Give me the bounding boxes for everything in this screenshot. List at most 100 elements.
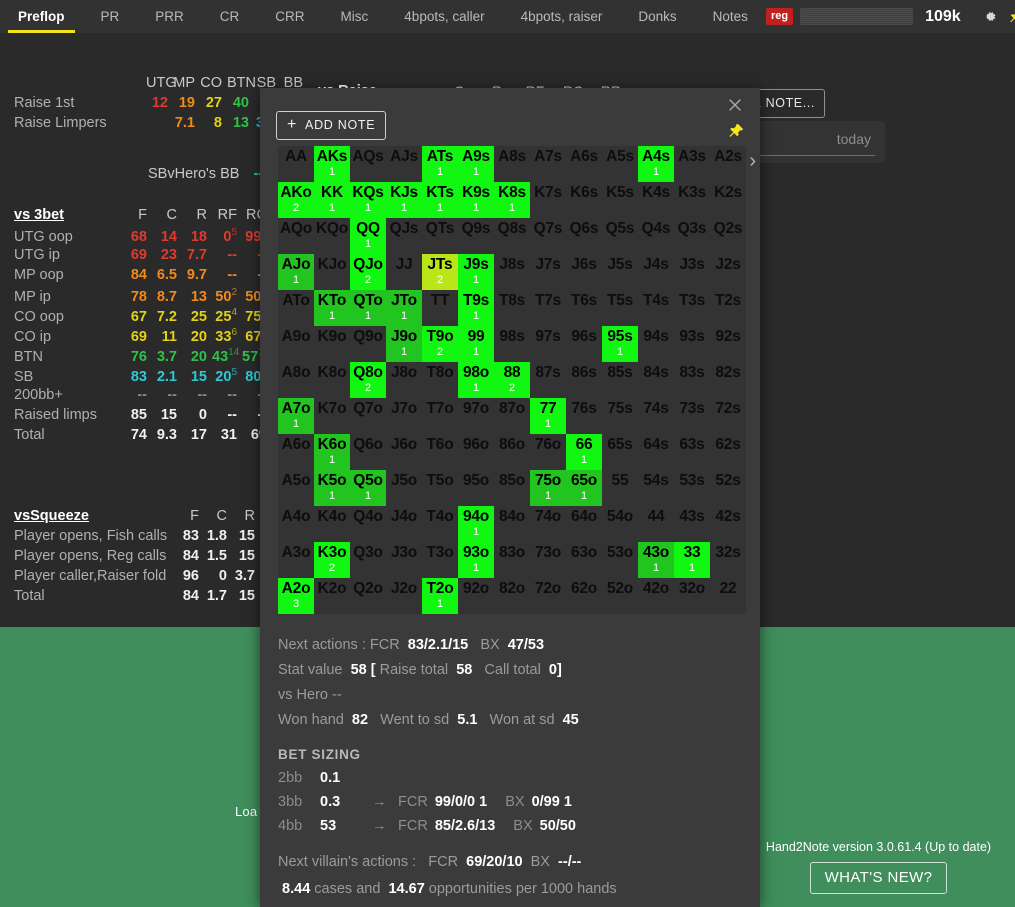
- hand-cell-J9s[interactable]: J9s1: [458, 254, 494, 290]
- hand-cell-64s[interactable]: 64s: [638, 434, 674, 470]
- hand-cell-QJo[interactable]: QJo2: [350, 254, 386, 290]
- hand-cell-AQo[interactable]: AQo: [278, 218, 314, 254]
- hand-cell-86s[interactable]: 86s: [566, 362, 602, 398]
- hand-cell-AA[interactable]: AA: [278, 146, 314, 182]
- hand-cell-TT[interactable]: TT: [422, 290, 458, 326]
- hand-cell-A8o[interactable]: A8o: [278, 362, 314, 398]
- hand-cell-Q9s[interactable]: Q9s: [458, 218, 494, 254]
- hand-cell-KTs[interactable]: KTs1: [422, 182, 458, 218]
- hand-cell-72s[interactable]: 72s: [710, 398, 746, 434]
- hand-cell-T5o[interactable]: T5o: [422, 470, 458, 506]
- hand-cell-A3o[interactable]: A3o: [278, 542, 314, 578]
- hand-cell-T8o[interactable]: T8o: [422, 362, 458, 398]
- hand-cell-K3s[interactable]: K3s: [674, 182, 710, 218]
- hand-cell-32s[interactable]: 32s: [710, 542, 746, 578]
- hand-cell-T7s[interactable]: T7s: [530, 290, 566, 326]
- hand-cell-92s[interactable]: 92s: [710, 326, 746, 362]
- hand-range-matrix[interactable]: AAAKs1AQsAJsATs1A9s1A8sA7sA6sA5sA4s1A3sA…: [278, 146, 746, 614]
- hand-cell-75s[interactable]: 75s: [602, 398, 638, 434]
- hand-cell-T6s[interactable]: T6s: [566, 290, 602, 326]
- chevron-right-icon[interactable]: ›: [749, 150, 756, 173]
- hand-cell-Q4o[interactable]: Q4o: [350, 506, 386, 542]
- hand-cell-T4o[interactable]: T4o: [422, 506, 458, 542]
- hand-cell-A7o[interactable]: A7o1: [278, 398, 314, 434]
- hand-cell-Q5o[interactable]: Q5o1: [350, 470, 386, 506]
- hand-cell-83s[interactable]: 83s: [674, 362, 710, 398]
- tab-prr[interactable]: PRR: [137, 0, 202, 33]
- pin-icon[interactable]: [727, 122, 745, 145]
- tab-4bpots-raiser[interactable]: 4bpots, raiser: [503, 0, 621, 33]
- vssqueeze-title[interactable]: vsSqueeze: [14, 508, 176, 524]
- hand-cell-Q4s[interactable]: Q4s: [638, 218, 674, 254]
- hand-cell-63s[interactable]: 63s: [674, 434, 710, 470]
- hand-cell-66[interactable]: 661: [566, 434, 602, 470]
- hand-cell-44[interactable]: 44: [638, 506, 674, 542]
- hand-cell-K6s[interactable]: K6s: [566, 182, 602, 218]
- hand-cell-J3o[interactable]: J3o: [386, 542, 422, 578]
- pin-icon[interactable]: [1003, 4, 1015, 30]
- hand-cell-JTo[interactable]: JTo1: [386, 290, 422, 326]
- hand-cell-KQo[interactable]: KQo: [314, 218, 350, 254]
- whats-new-button[interactable]: WHAT'S NEW?: [810, 862, 948, 894]
- hand-cell-43s[interactable]: 43s: [674, 506, 710, 542]
- hand-cell-T5s[interactable]: T5s: [602, 290, 638, 326]
- hand-cell-QTs[interactable]: QTs: [422, 218, 458, 254]
- hand-cell-65s[interactable]: 65s: [602, 434, 638, 470]
- hand-cell-96o[interactable]: 96o: [458, 434, 494, 470]
- hand-cell-74s[interactable]: 74s: [638, 398, 674, 434]
- hand-cell-T2s[interactable]: T2s: [710, 290, 746, 326]
- hand-cell-82o[interactable]: 82o: [494, 578, 530, 614]
- hand-cell-76o[interactable]: 76o: [530, 434, 566, 470]
- close-icon[interactable]: [724, 95, 746, 117]
- hand-cell-K8o[interactable]: K8o: [314, 362, 350, 398]
- hand-cell-Q3s[interactable]: Q3s: [674, 218, 710, 254]
- hand-cell-94o[interactable]: 94o1: [458, 506, 494, 542]
- hand-cell-J4o[interactable]: J4o: [386, 506, 422, 542]
- hand-cell-83o[interactable]: 83o: [494, 542, 530, 578]
- hand-cell-AJs[interactable]: AJs: [386, 146, 422, 182]
- tab-notes[interactable]: Notes: [695, 0, 766, 33]
- hand-cell-K2o[interactable]: K2o: [314, 578, 350, 614]
- hand-cell-K9s[interactable]: K9s1: [458, 182, 494, 218]
- hand-cell-T9o[interactable]: T9o2: [422, 326, 458, 362]
- hand-cell-QJs[interactable]: QJs: [386, 218, 422, 254]
- hand-cell-87s[interactable]: 87s: [530, 362, 566, 398]
- hand-cell-J6o[interactable]: J6o: [386, 434, 422, 470]
- hand-cell-T4s[interactable]: T4s: [638, 290, 674, 326]
- hand-cell-53o[interactable]: 53o: [602, 542, 638, 578]
- hand-cell-98s[interactable]: 98s: [494, 326, 530, 362]
- hand-cell-Q8o[interactable]: Q8o2: [350, 362, 386, 398]
- hand-cell-73s[interactable]: 73s: [674, 398, 710, 434]
- hand-cell-33[interactable]: 331: [674, 542, 710, 578]
- hand-cell-54o[interactable]: 54o: [602, 506, 638, 542]
- hand-cell-52o[interactable]: 52o: [602, 578, 638, 614]
- hand-cell-85s[interactable]: 85s: [602, 362, 638, 398]
- hand-cell-KJs[interactable]: KJs1: [386, 182, 422, 218]
- hand-cell-K8s[interactable]: K8s1: [494, 182, 530, 218]
- hand-cell-97o[interactable]: 97o: [458, 398, 494, 434]
- hand-cell-63o[interactable]: 63o: [566, 542, 602, 578]
- hand-cell-Q6s[interactable]: Q6s: [566, 218, 602, 254]
- hand-cell-64o[interactable]: 64o: [566, 506, 602, 542]
- hand-cell-96s[interactable]: 96s: [566, 326, 602, 362]
- hand-cell-J2s[interactable]: J2s: [710, 254, 746, 290]
- hand-cell-Q3o[interactable]: Q3o: [350, 542, 386, 578]
- hand-cell-T2o[interactable]: T2o1: [422, 578, 458, 614]
- hand-cell-43o[interactable]: 43o1: [638, 542, 674, 578]
- hand-cell-QTo[interactable]: QTo1: [350, 290, 386, 326]
- hand-cell-84o[interactable]: 84o: [494, 506, 530, 542]
- hand-cell-K4s[interactable]: K4s: [638, 182, 674, 218]
- tab-preflop[interactable]: Preflop: [0, 0, 83, 33]
- hand-cell-62o[interactable]: 62o: [566, 578, 602, 614]
- hand-cell-93o[interactable]: 93o1: [458, 542, 494, 578]
- hand-cell-A9o[interactable]: A9o: [278, 326, 314, 362]
- hand-cell-A9s[interactable]: A9s1: [458, 146, 494, 182]
- hand-cell-J7s[interactable]: J7s: [530, 254, 566, 290]
- hand-cell-54s[interactable]: 54s: [638, 470, 674, 506]
- hand-cell-A7s[interactable]: A7s: [530, 146, 566, 182]
- hand-cell-ATo[interactable]: ATo: [278, 290, 314, 326]
- hand-cell-ATs[interactable]: ATs1: [422, 146, 458, 182]
- hand-cell-86o[interactable]: 86o: [494, 434, 530, 470]
- hand-cell-AJo[interactable]: AJo1: [278, 254, 314, 290]
- hand-cell-J2o[interactable]: J2o: [386, 578, 422, 614]
